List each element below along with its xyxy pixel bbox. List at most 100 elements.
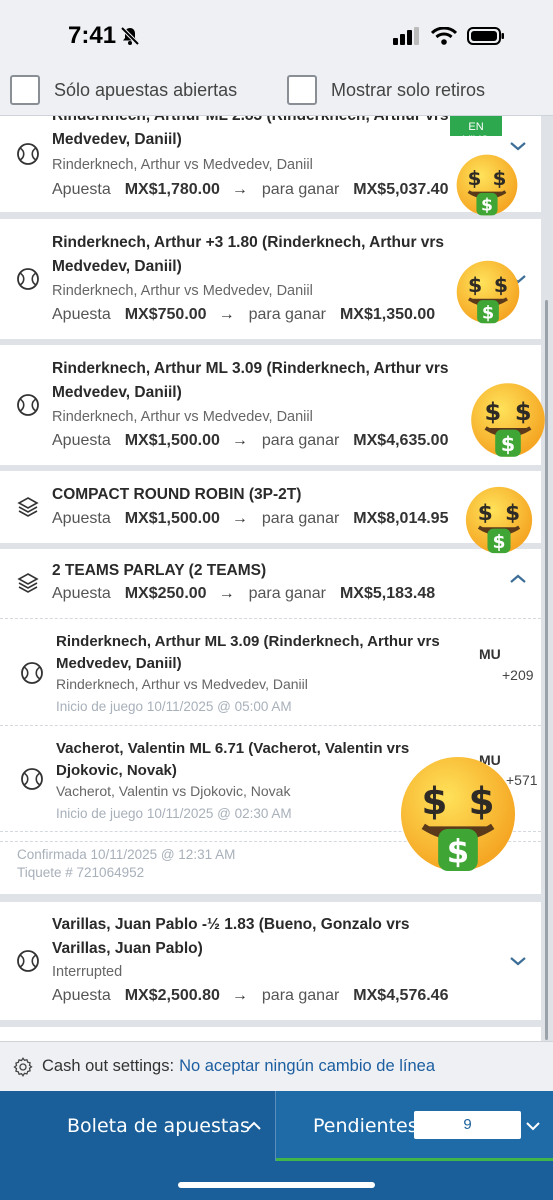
tab-pending[interactable]: Pendientes 9 xyxy=(276,1091,553,1161)
leg-odds: +209 xyxy=(502,667,534,683)
to-win-label: para ganar xyxy=(248,585,326,602)
tennis-ball-icon xyxy=(21,768,43,790)
stake-amount: MX$2,500.80 xyxy=(124,987,220,1004)
arrow-right-icon: → xyxy=(218,585,235,602)
to-win-label: para ganar xyxy=(261,510,340,527)
stake-amount: MX$1,780.00 xyxy=(124,181,220,198)
svg-text:$: $ xyxy=(447,832,469,870)
arrow-right-icon: → xyxy=(231,432,248,449)
money-mouth-face-emoji: $ $ $ xyxy=(471,383,545,457)
svg-text:$: $ xyxy=(482,304,494,324)
pending-label: Pendientes xyxy=(313,1115,418,1137)
stake-label: Apuesta xyxy=(52,306,111,323)
svg-text:$: $ xyxy=(494,273,508,297)
to-win-label: para ganar xyxy=(261,432,340,449)
open-bets-filter[interactable]: Sólo apuestas abiertas xyxy=(10,75,237,105)
leg-title: Rinderknech, Arthur ML 3.09 (Rinderknech… xyxy=(56,633,440,672)
bet-event: Rinderknech, Arthur vs Medvedev, Daniil xyxy=(52,157,313,173)
bet-event: Rinderknech, Arthur vs Medvedev, Daniil xyxy=(52,409,313,425)
to-win-label: para ganar xyxy=(248,306,326,323)
payout-amount: MX$5,183.48 xyxy=(339,585,436,602)
live-badge: EN VIVO xyxy=(450,116,502,146)
cashouts-filter[interactable]: Mostrar solo retiros xyxy=(287,75,485,105)
cashout-settings-bar[interactable]: Cash out settings: No aceptar ningún cam… xyxy=(0,1041,553,1091)
stake-label: Apuesta xyxy=(52,585,111,602)
layers-icon xyxy=(17,497,39,517)
live-badge-text: EN VIVO xyxy=(462,121,490,146)
bet-stake-line: Apuesta MX$1,500.00 → para ganar MX$8,01… xyxy=(52,510,448,528)
stake-label: Apuesta xyxy=(52,510,111,527)
confirmation-time: Confirmada 10/11/2025 @ 12:31 AM xyxy=(17,847,236,862)
arrow-right-icon: → xyxy=(231,987,248,1004)
bell-slash-icon xyxy=(120,26,140,46)
bet-card[interactable]: Rinderknech, Arthur ML 3.09 (Rinderknech… xyxy=(0,345,541,465)
money-mouth-face-emoji: $ $ $ xyxy=(400,756,516,872)
ticket-number: Tiquete # 721064952 xyxy=(17,865,145,880)
bet-list[interactable]: Rinderknech, Arthur ML 2.83 (Rinderknech… xyxy=(0,116,553,1041)
svg-text:$: $ xyxy=(478,501,493,526)
svg-text:$: $ xyxy=(505,501,520,526)
betslip-label: Boleta de apuestas xyxy=(67,1115,250,1137)
payout-amount: MX$8,014.95 xyxy=(353,510,449,527)
leg-event: Vacherot, Valentin vs Djokovic, Novak xyxy=(56,783,291,799)
tennis-ball-icon xyxy=(17,394,39,416)
tennis-ball-icon xyxy=(17,143,39,165)
chevron-up-icon[interactable] xyxy=(246,1121,262,1131)
cashout-settings-link[interactable]: No aceptar ningún cambio de línea xyxy=(179,1057,435,1076)
svg-text:$: $ xyxy=(493,167,507,190)
svg-text:$: $ xyxy=(468,167,482,190)
leg-market: MU xyxy=(479,646,501,662)
payout-amount: MX$5,037.40 xyxy=(353,181,449,198)
stake-label: Apuesta xyxy=(52,432,111,449)
open-bets-checkbox[interactable] xyxy=(10,75,40,105)
svg-text:$: $ xyxy=(468,273,482,297)
cashout-settings-label: Cash out settings: xyxy=(42,1057,175,1075)
cashouts-checkbox[interactable] xyxy=(287,75,317,105)
bet-card[interactable]: Varillas, Juan Pablo -½ 1.83 (Bueno, Gon… xyxy=(0,902,541,1020)
pending-count-select[interactable]: 9 xyxy=(414,1111,521,1139)
bet-status: Interrupted xyxy=(52,964,123,980)
bet-stake-line: Apuesta MX$1,500.00 → para ganar MX$4,63… xyxy=(52,432,448,450)
arrow-right-icon: → xyxy=(231,181,248,198)
battery-icon xyxy=(467,27,504,45)
payout-amount: MX$4,576.46 xyxy=(353,987,449,1004)
payout-amount: MX$4,635.00 xyxy=(353,432,449,449)
bet-card[interactable]: COMPACT ROUND ROBIN (3P-2T) Apuesta MX$1… xyxy=(0,471,541,543)
status-icons xyxy=(393,27,505,45)
money-mouth-face-emoji: $ $ $ xyxy=(465,486,533,554)
arrow-right-icon: → xyxy=(218,306,235,323)
layers-icon xyxy=(17,573,39,593)
parlay-leg: Rinderknech, Arthur ML 3.09 (Rinderknech… xyxy=(0,618,541,725)
gear-icon xyxy=(13,1056,33,1077)
stake-amount: MX$750.00 xyxy=(124,306,207,323)
chevron-down-icon[interactable] xyxy=(525,1121,541,1131)
broadcast-icon xyxy=(468,116,484,117)
bet-title: Rinderknech, Arthur ML 2.83 (Rinderknech… xyxy=(52,116,448,148)
wifi-icon xyxy=(431,27,457,45)
bet-title: COMPACT ROUND ROBIN (3P-2T) xyxy=(52,486,302,503)
svg-text:$: $ xyxy=(492,532,505,553)
tennis-ball-icon xyxy=(17,950,39,972)
open-bets-label: Sólo apuestas abiertas xyxy=(54,79,238,100)
bet-card-partial xyxy=(0,1027,541,1041)
leg-start-time: Inicio de juego 10/11/2025 @ 02:30 AM xyxy=(56,806,292,821)
leg-event: Rinderknech, Arthur vs Medvedev, Daniil xyxy=(56,676,308,692)
tennis-ball-icon xyxy=(17,268,39,290)
stake-label: Apuesta xyxy=(52,181,111,198)
bet-title: Rinderknech, Arthur +3 1.80 (Rinderknech… xyxy=(52,234,445,275)
tab-betslip[interactable]: Boleta de apuestas xyxy=(0,1091,275,1161)
bet-title: Varillas, Juan Pablo -½ 1.83 (Bueno, Gon… xyxy=(52,916,410,957)
chevron-down-icon[interactable] xyxy=(509,955,527,967)
home-indicator xyxy=(178,1182,375,1188)
to-win-label: para ganar xyxy=(261,181,340,198)
money-mouth-face-emoji: $ $ $ xyxy=(456,260,520,324)
bet-event: Rinderknech, Arthur vs Medvedev, Daniil xyxy=(52,283,313,299)
chevron-up-icon[interactable] xyxy=(509,573,527,585)
svg-text:$: $ xyxy=(484,398,501,426)
svg-text:$: $ xyxy=(469,779,495,823)
bet-title: 2 TEAMS PARLAY (2 TEAMS) xyxy=(52,562,267,579)
stake-label: Apuesta xyxy=(52,987,111,1004)
status-bar: 7:41 xyxy=(0,0,553,64)
stake-amount: MX$1,500.00 xyxy=(124,432,220,449)
chevron-down-icon[interactable] xyxy=(509,140,527,152)
